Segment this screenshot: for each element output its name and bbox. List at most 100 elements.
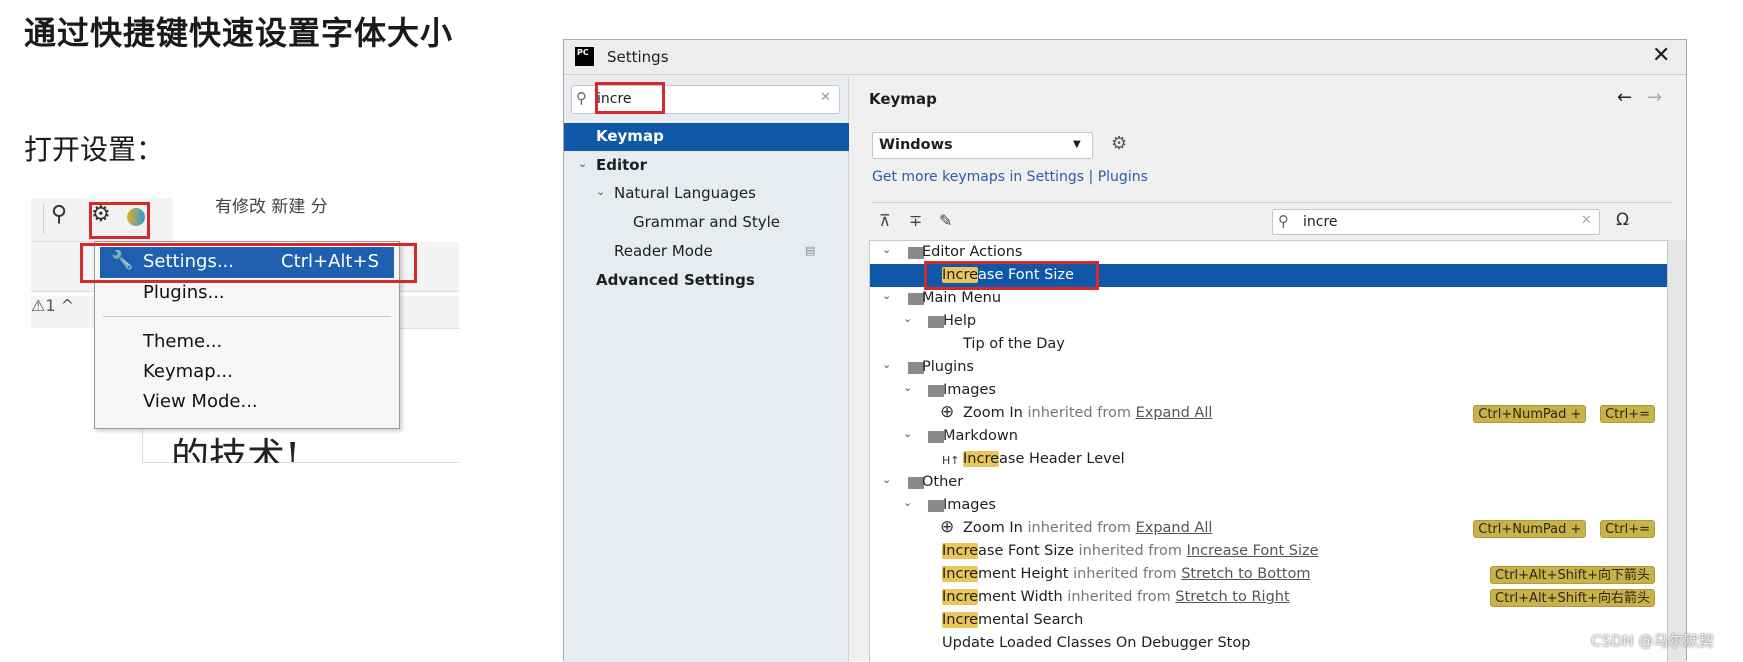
annotation-box-gear	[89, 202, 150, 239]
chevron-down-icon[interactable]: ⌄	[903, 491, 912, 514]
search-match-highlight: Incre	[942, 566, 979, 582]
tree-row[interactable]: H↑ Increase Header Level	[870, 448, 1667, 471]
tree-row[interactable]: ⌄ Main Menu	[870, 284, 1667, 310]
search-icon[interactable]: ⚲	[51, 202, 67, 227]
tree-row-label: Markdown	[943, 425, 1018, 448]
chevron-down-icon[interactable]: ⌄	[882, 353, 891, 376]
sidebar-item-keymap[interactable]: Keymap	[596, 127, 664, 145]
keymap-tree: ⌄ Editor Actions Increase Font Size ⌄ Main M…	[869, 240, 1668, 662]
inherited-action-link[interactable]: Stretch to Right	[1175, 589, 1289, 605]
chevron-down-icon[interactable]: ⌄	[882, 468, 891, 491]
action-name: Update Loaded Classes On Debugger Stop	[942, 635, 1251, 651]
tree-row[interactable]: ⌄ Markdown	[870, 422, 1667, 448]
action-name: ment Width	[978, 589, 1063, 605]
tree-row[interactable]: ⌄ Images	[870, 376, 1667, 402]
inherited-action-link[interactable]: Increase Font Size	[1187, 543, 1319, 559]
action-name: Main Menu	[922, 290, 1002, 306]
tree-row[interactable]: ⌄ Images	[870, 491, 1667, 517]
tree-row[interactable]: ⊕ Zoom In inherited from Expand All Ctrl+=…	[870, 402, 1667, 425]
tree-row-label: Increment Width inherited from Stretch t…	[942, 586, 1290, 609]
action-name: ase Font Size	[978, 543, 1074, 559]
chevron-down-icon[interactable]: ⌄	[903, 376, 912, 399]
tree-row[interactable]: ⊕ Zoom In inherited from Expand All Ctrl+=…	[870, 517, 1667, 540]
inherited-label: inherited from	[1022, 405, 1136, 421]
tree-row-label: Zoom In inherited from Expand All	[963, 402, 1212, 425]
keymap-filter-input[interactable]: ⚲ incre ✕	[1272, 209, 1600, 235]
sidebar-item-grammar-and-style[interactable]: Grammar and Style	[633, 213, 780, 231]
tree-row[interactable]: ⌄ Other	[870, 468, 1667, 494]
tree-row-label: Main Menu	[922, 287, 1001, 310]
shortcut-badge[interactable]: Ctrl+Alt+Shift+向右箭头	[1490, 589, 1655, 607]
folder-icon	[928, 500, 944, 512]
action-name: Editor Actions	[922, 244, 1023, 260]
tree-row-label: Help	[943, 310, 976, 333]
action-name: Images	[943, 497, 996, 513]
tree-row[interactable]: Update Loaded Classes On Debugger Stop	[870, 632, 1667, 655]
search-match-highlight: Incre	[942, 612, 979, 628]
keymap-select[interactable]: Windows ▼	[872, 132, 1093, 159]
inherited-action-link[interactable]: Expand All	[1136, 405, 1213, 421]
clear-icon[interactable]: ✕	[1581, 213, 1592, 228]
ide-screenshot-crop: 有修改 新建 分 ⚲ ⚙ ⚠1 ^ 的技术! 🔧 Settings... Ctr…	[31, 198, 459, 463]
scrollbar[interactable]	[1668, 240, 1686, 662]
shortcut-badge[interactable]: Ctrl+=	[1600, 520, 1655, 538]
keymap-gear-icon[interactable]: ⚙	[1111, 133, 1127, 154]
shortcut-badge[interactable]: Ctrl+=	[1600, 405, 1655, 423]
modified-icon: ▤	[805, 244, 816, 257]
collapse-all-icon[interactable]: ∓	[909, 211, 922, 230]
tree-row-label: Tip of the Day	[963, 333, 1065, 356]
tree-row-label: Images	[943, 494, 996, 517]
chevron-down-icon[interactable]: ⌄	[578, 157, 587, 170]
tree-row[interactable]: Increment Width inherited from Stretch t…	[870, 586, 1667, 609]
folder-icon	[928, 385, 944, 397]
chevron-down-icon[interactable]: ⌄	[882, 241, 891, 261]
action-name: Plugins	[922, 359, 974, 375]
chevron-down-icon[interactable]: ⌄	[596, 185, 605, 198]
sidebar-item-reader-mode[interactable]: Reader Mode	[614, 242, 713, 260]
tree-row[interactable]: Increase Font Size inherited from Increa…	[870, 540, 1667, 563]
tree-row-label: Increment Height inherited from Stretch …	[942, 563, 1310, 586]
find-by-shortcut-icon[interactable]: Ω	[1616, 210, 1629, 230]
menu-item-keymap[interactable]: Keymap...	[143, 361, 233, 382]
action-name: Other	[922, 474, 964, 490]
pycharm-logo-icon: PC	[575, 47, 594, 66]
shortcut-badge[interactable]: Ctrl+NumPad +	[1473, 405, 1587, 423]
editor-text: 的技术!	[171, 435, 301, 463]
menu-item-theme[interactable]: Theme...	[143, 331, 222, 352]
inherited-action-link[interactable]: Stretch to Bottom	[1181, 566, 1310, 582]
tree-row-label: Update Loaded Classes On Debugger Stop	[942, 632, 1250, 655]
tree-row-label: Other	[922, 471, 963, 494]
chevron-down-icon[interactable]: ⌄	[882, 284, 891, 307]
action-name: Help	[943, 313, 977, 329]
inherited-label: inherited from	[1068, 566, 1182, 582]
edit-shortcut-icon[interactable]: ✎	[939, 211, 952, 230]
menu-item-view-mode[interactable]: View Mode...	[143, 391, 258, 412]
tree-row-label: Zoom In inherited from Expand All	[963, 517, 1212, 540]
tree-row[interactable]: Increment Height inherited from Stretch …	[870, 563, 1667, 586]
tree-row[interactable]: Incremental Search	[870, 609, 1667, 632]
toolbar-background-text: 有修改 新建 分	[215, 198, 328, 217]
title-bar: PC Settings ✕	[564, 40, 1686, 75]
chevron-down-icon[interactable]: ⌄	[903, 422, 912, 445]
shortcut-badge[interactable]: Ctrl+NumPad +	[1473, 520, 1587, 538]
sidebar-item-advanced-settings[interactable]: Advanced Settings	[596, 271, 755, 289]
tree-row[interactable]: ⌄ Help	[870, 307, 1667, 333]
sidebar-item-natural-languages[interactable]: Natural Languages	[614, 184, 756, 202]
sidebar-item-editor[interactable]: Editor	[596, 156, 647, 174]
close-icon[interactable]: ✕	[1652, 43, 1670, 68]
inherited-action-link[interactable]: Expand All	[1136, 520, 1213, 536]
search-icon: ⚲	[576, 89, 587, 107]
shortcut-badge[interactable]: Ctrl+Alt+Shift+向下箭头	[1490, 566, 1655, 584]
get-more-keymaps-link[interactable]: Get more keymaps in Settings | Plugins	[872, 169, 1148, 185]
forward-arrow-icon: →	[1647, 87, 1663, 108]
tree-row[interactable]: ⌄ Plugins	[870, 353, 1667, 379]
expand-all-icon[interactable]: ⊼	[879, 211, 891, 230]
menu-item-plugins[interactable]: Plugins...	[143, 282, 225, 303]
header-level-icon: H↑	[942, 454, 960, 467]
warning-indicator[interactable]: ⚠1 ^	[31, 296, 74, 315]
back-arrow-icon[interactable]: ←	[1617, 87, 1632, 108]
tree-row-label: Images	[943, 379, 996, 402]
clear-icon[interactable]: ✕	[820, 90, 831, 105]
tree-row[interactable]: Tip of the Day	[870, 333, 1667, 356]
chevron-down-icon[interactable]: ⌄	[903, 307, 912, 330]
